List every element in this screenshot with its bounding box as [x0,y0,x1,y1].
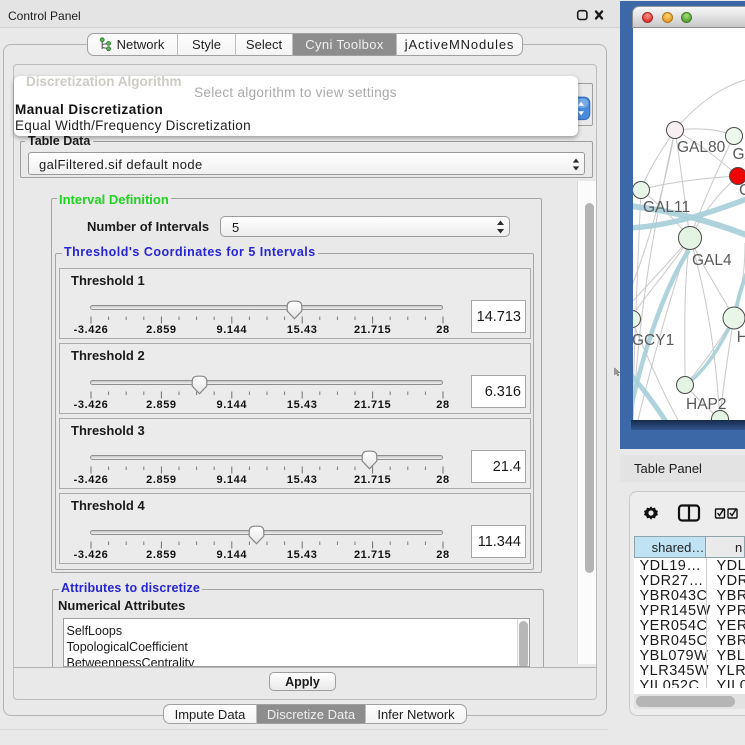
svg-text:GAL4: GAL4 [692,252,732,269]
svg-text:GCY1: GCY1 [633,332,674,349]
svg-text:GAL80: GAL80 [677,139,726,156]
svg-text:GA: GA [733,146,745,163]
svg-text:HA: HA [737,329,745,346]
svg-text:CD: CD [739,182,745,199]
svg-text:HAP2: HAP2 [686,396,727,413]
svg-text:GAL11: GAL11 [643,199,690,216]
